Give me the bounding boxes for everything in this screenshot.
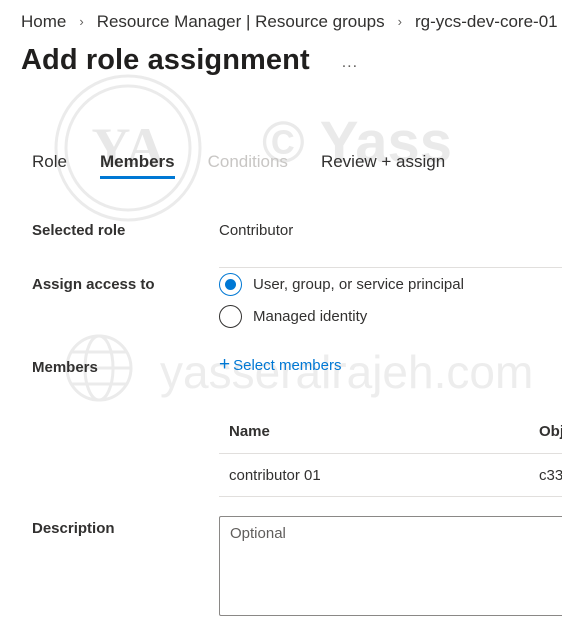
tab-role[interactable]: Role — [32, 152, 67, 178]
tab-conditions: Conditions — [207, 152, 288, 171]
column-header-object[interactable]: Obj — [539, 423, 562, 440]
radio-user-group-service-principal[interactable]: User, group, or service principal — [219, 273, 464, 296]
watermark-text-url: yasseralrajeh.com — [160, 346, 533, 398]
radio-checked-icon — [219, 273, 242, 296]
tab-bar: Role Members Conditions Review + assign — [32, 152, 478, 179]
more-options-icon[interactable]: ... — [342, 54, 358, 72]
breadcrumb-home[interactable]: Home — [21, 12, 66, 32]
radio-managed-identity[interactable]: Managed identity — [219, 305, 367, 328]
chevron-right-icon: › — [397, 13, 402, 29]
members-label: Members — [32, 359, 98, 376]
radio-label: Managed identity — [253, 308, 368, 325]
select-members-label: Select members — [233, 357, 342, 374]
breadcrumb: Home › Resource Manager | Resource group… — [21, 12, 558, 32]
tab-review-assign[interactable]: Review + assign — [321, 152, 445, 178]
member-name-cell: contributor 01 — [229, 467, 321, 484]
breadcrumb-resource-groups[interactable]: Resource Manager | Resource groups — [97, 12, 385, 32]
page-title: Add role assignment — [21, 44, 310, 76]
plus-icon: + — [219, 354, 231, 375]
title-row: Add role assignment ... — [21, 44, 358, 77]
selected-role-value: Contributor — [219, 222, 294, 239]
selected-role-label: Selected role — [32, 222, 126, 239]
tab-members[interactable]: Members — [99, 152, 175, 179]
breadcrumb-resource-group[interactable]: rg-ycs-dev-core-01 — [415, 12, 558, 32]
table-divider — [219, 496, 562, 497]
radio-label: User, group, or service principal — [253, 276, 464, 293]
radio-unchecked-icon — [219, 305, 242, 328]
column-header-name[interactable]: Name — [229, 423, 270, 440]
chevron-right-icon: › — [79, 13, 84, 29]
select-members-link[interactable]: + Select members — [219, 354, 342, 375]
assign-access-label: Assign access to — [32, 276, 155, 293]
divider — [219, 267, 562, 268]
description-label: Description — [32, 520, 115, 537]
table-divider — [219, 453, 562, 454]
description-field[interactable] — [219, 516, 562, 616]
member-object-cell: c33 — [539, 467, 562, 484]
